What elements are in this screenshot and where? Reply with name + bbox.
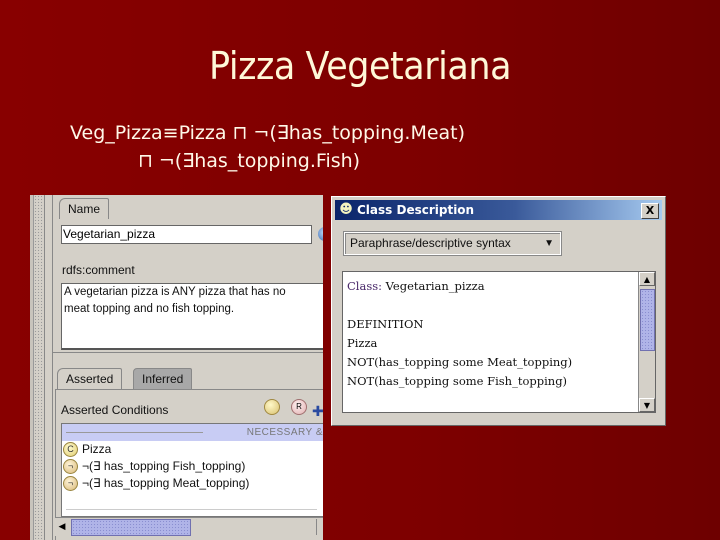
comment-label: rdfs:comment — [62, 263, 135, 277]
tab-inferred[interactable]: Inferred — [133, 368, 193, 389]
description-line: Pizza — [347, 334, 572, 353]
class-description-dialog: ☻ Class Description X Paraphrase/descrip… — [331, 196, 666, 426]
formula-line-1: Veg_Pizza≡Pizza ⊓ ¬(∃has_topping.Meat) — [70, 122, 466, 144]
formula-line-2: ⊓ ¬(∃has_topping.Fish) — [138, 150, 361, 172]
scroll-thumb[interactable] — [71, 519, 191, 536]
necessary-sufficient-header: NECESSARY & — [62, 424, 323, 441]
syntax-dropdown[interactable]: Paraphrase/descriptive syntax ▼ — [343, 231, 562, 256]
chevron-down-icon: ▼ — [544, 238, 554, 249]
scroll-track-end — [316, 519, 317, 535]
condition-row[interactable]: C Pizza — [62, 441, 323, 458]
comment-textarea[interactable]: A vegetarian pizza is ANY pizza that has… — [61, 283, 323, 350]
class-name-field[interactable]: Vegetarian_pizza — [61, 225, 312, 244]
divider — [53, 352, 323, 353]
dialog-title: Class Description — [357, 203, 475, 217]
find-usage-icon[interactable] — [318, 227, 323, 241]
class-editor-inner: Name Vegetarian_pizza rdfs:comment A veg… — [52, 195, 323, 540]
class-badge-icon: C — [63, 442, 78, 457]
add-named-class-icon[interactable]: ✚ — [312, 405, 323, 419]
header-label: NECESSARY & — [246, 427, 323, 438]
asserted-conditions-label: Asserted Conditions — [61, 403, 169, 417]
description-line: NOT(has_topping some Fish_topping) — [347, 372, 572, 391]
condition-text: ¬(∃ has_topping Meat_topping) — [82, 476, 250, 490]
scroll-thumb[interactable] — [640, 289, 655, 351]
keyword: Class: — [347, 279, 383, 293]
description-line: DEFINITION — [347, 315, 572, 334]
condition-row[interactable]: ¬ ¬(∃ has_topping Meat_topping) — [62, 475, 323, 492]
line-text: Vegetarian_pizza — [382, 279, 485, 293]
conditions-list: NECESSARY & C Pizza ¬ ¬(∃ has_topping Fi… — [61, 423, 323, 517]
scroll-left-icon[interactable]: ◀ — [55, 518, 69, 536]
negation-badge-icon: ¬ — [63, 476, 78, 491]
tab-asserted[interactable]: Asserted — [57, 368, 123, 389]
splitter-handle[interactable] — [34, 195, 45, 540]
create-restriction-icon[interactable]: R — [291, 399, 307, 415]
description-line: Class: Vegetarian_pizza — [347, 277, 572, 296]
line-text: DEFINITION — [347, 317, 424, 331]
class-editor-panel: Name Vegetarian_pizza rdfs:comment A veg… — [30, 195, 323, 540]
condition-text: ¬(∃ has_topping Fish_topping) — [82, 459, 246, 473]
description-content: Class: Vegetarian_pizza DEFINITION Pizza… — [347, 277, 572, 391]
slide-title: Pizza Vegetariana — [208, 44, 512, 88]
description-text-area[interactable]: Class: Vegetarian_pizza DEFINITION Pizza… — [342, 271, 656, 413]
section-end-rule — [66, 509, 317, 510]
syntax-selected-value: Paraphrase/descriptive syntax — [350, 236, 511, 250]
scroll-up-icon[interactable]: ▲ — [639, 272, 655, 286]
description-line: NOT(has_topping some Meat_topping) — [347, 353, 572, 372]
negation-badge-icon: ¬ — [63, 459, 78, 474]
vertical-scrollbar[interactable]: ▲ ▼ — [638, 272, 655, 412]
condition-row[interactable]: ¬ ¬(∃ has_topping Fish_topping) — [62, 458, 323, 475]
horizontal-scrollbar[interactable]: ◀ — [55, 517, 323, 536]
line-text: Pizza — [347, 336, 378, 350]
scroll-down-icon[interactable]: ▼ — [639, 398, 655, 412]
dialog-titlebar[interactable]: ☻ Class Description X — [335, 200, 662, 220]
protege-logo-icon: ☻ — [339, 202, 353, 217]
close-button[interactable]: X — [641, 203, 659, 219]
header-rule — [66, 432, 203, 433]
line-text: NOT(has_topping some Meat_topping) — [347, 355, 573, 369]
line-text: NOT(has_topping some Fish_topping) — [347, 374, 568, 388]
description-line — [347, 296, 572, 315]
tab-name[interactable]: Name — [59, 198, 110, 219]
condition-text: Pizza — [82, 442, 112, 456]
create-class-icon[interactable] — [264, 399, 280, 415]
